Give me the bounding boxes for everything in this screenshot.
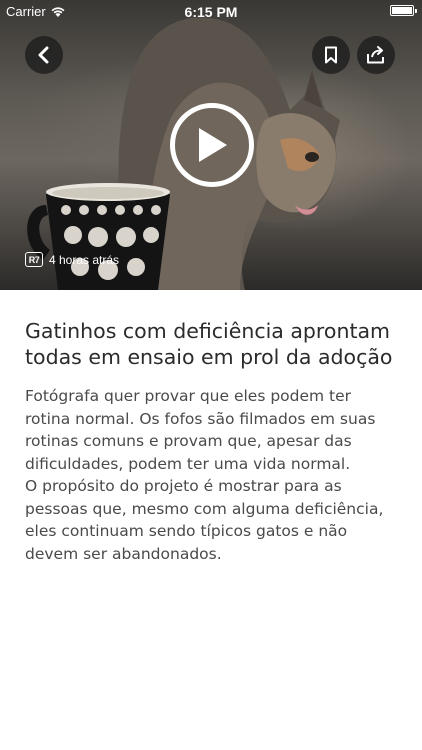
source-logo: R7 — [25, 252, 43, 267]
publish-info: R7 4 horas atrás — [25, 252, 119, 267]
timestamp: 4 horas atrás — [49, 252, 120, 267]
article-paragraph-2: O propósito do projeto é mostrar para as… — [25, 477, 384, 563]
bookmark-icon — [325, 46, 337, 64]
article-body: Fotógrafa quer provar que eles podem ter… — [25, 385, 400, 565]
status-bar: Carrier 6:15 PM — [0, 0, 422, 22]
back-button[interactable] — [25, 36, 63, 74]
play-button[interactable] — [170, 103, 254, 187]
article-title: Gatinhos com deficiência aprontam todas … — [25, 319, 393, 369]
status-time: 6:15 PM — [184, 4, 238, 20]
article-paragraph-1: Fotógrafa quer provar que eles podem ter… — [25, 387, 376, 473]
play-icon — [199, 128, 227, 162]
share-button[interactable] — [357, 36, 395, 74]
chevron-left-icon — [38, 46, 49, 64]
share-icon — [367, 46, 384, 64]
bookmark-button[interactable] — [312, 36, 350, 74]
battery-icon — [390, 5, 417, 16]
mug-image — [27, 183, 170, 290]
video-thumbnail[interactable]: Carrier 6:15 PM R7 4 horas atrás — [0, 0, 422, 290]
